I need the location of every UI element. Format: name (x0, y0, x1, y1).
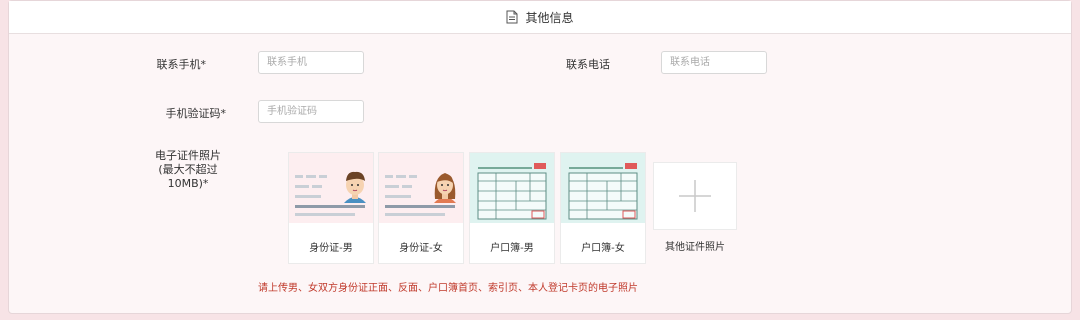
card-caption: 户口簿-男 (490, 243, 534, 254)
upload-other-button[interactable] (653, 162, 737, 230)
upload-card-household-male[interactable]: 户口簿-男 (469, 152, 555, 264)
id-card-male-icon (289, 153, 373, 223)
phone-label: 联系电话 (566, 58, 610, 71)
card-caption: 身份证-男 (309, 243, 353, 254)
id-card-female-icon (379, 153, 463, 223)
upload-card-household-female[interactable]: 户口簿-女 (560, 152, 646, 264)
photos-label: 电子证件照片 (最大不超过10MB)* (138, 149, 238, 191)
household-register-icon (561, 153, 645, 223)
household-register-icon (470, 153, 554, 223)
panel-title: 其他信息 (525, 10, 574, 25)
upload-hint: 请上传男、女双方身份证正面、反面、户口簿首页、索引页、本人登记卡页的电子照片 (258, 283, 638, 294)
mobile-label: 联系手机* (156, 58, 207, 71)
card-caption: 户口簿-女 (581, 243, 625, 254)
verify-code-input[interactable] (258, 100, 364, 123)
plus-icon (679, 180, 711, 212)
other-docs-caption: 其他证件照片 (665, 242, 725, 253)
photos-label-line2: (最大不超过10MB)* (158, 163, 218, 190)
upload-card-id-female[interactable]: 身份证-女 (378, 152, 464, 264)
panel-header: 其他信息 (9, 1, 1071, 34)
phone-input[interactable] (661, 51, 767, 74)
document-icon (506, 10, 518, 24)
photos-label-line1: 电子证件照片 (155, 149, 221, 162)
upload-card-id-male[interactable]: 身份证-男 (288, 152, 374, 264)
verify-code-label: 手机验证码* (165, 107, 227, 120)
mobile-input[interactable] (258, 51, 364, 74)
card-caption: 身份证-女 (399, 243, 443, 254)
